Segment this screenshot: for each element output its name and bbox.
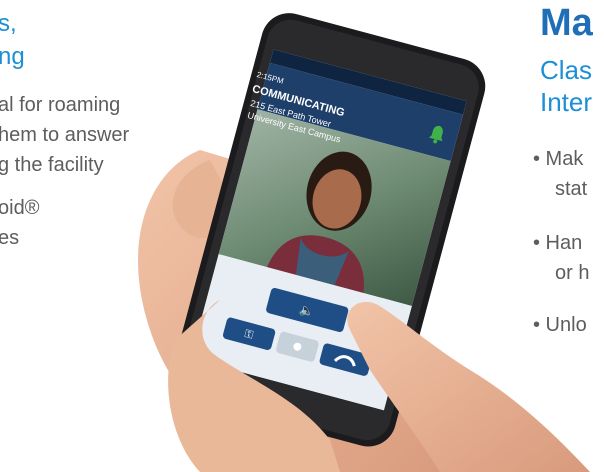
phone-illustration: 🔈 ⚿	[138, 13, 590, 472]
